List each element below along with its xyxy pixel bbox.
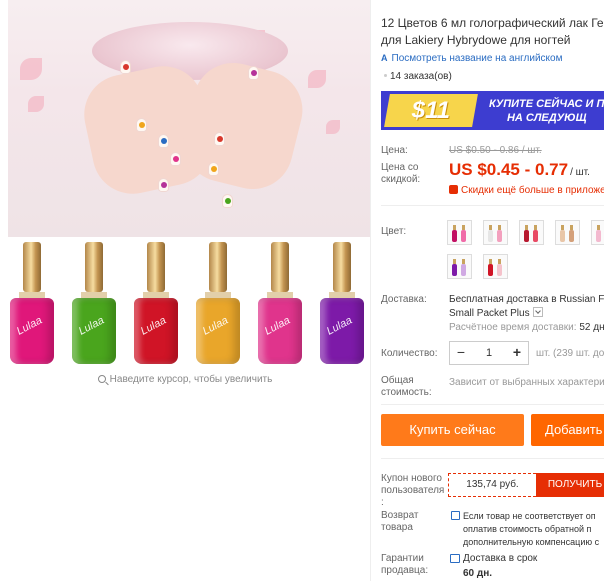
translate-label: Посмотреть название на английском [391,53,563,64]
quantity-decrease-button[interactable]: − [450,342,472,364]
bottle-2: Lulaa [72,242,116,364]
magnifier-icon [97,375,106,383]
bottle-brand: Lulaa [138,314,169,338]
promo-slogan-line1: КУПИТЕ СЕЙЧАС И П [489,98,604,110]
returns-line2: оплатив стоимость обратной п [463,524,592,534]
returns-label: Возврат товара [381,510,419,533]
shipping-option-text: Small Packet Plus [449,308,530,319]
product-title-line2: для Lakiery Hybrydowe для ногтей [381,33,571,47]
returns-text: Если товар не соответствует оп оплатив с… [463,510,599,549]
price-unit: / шт. [570,167,590,178]
orders-text: 14 заказа(ов) [390,71,452,82]
delivery-eta: Расчётное время доставки: 52 дн [449,322,604,333]
color-label: Цвет: [381,226,407,237]
guarantee-days: 60 дн. [463,568,493,579]
nail-polish-bottles: Lulaa Lulaa Lulaa Lulaa Lulaa Lulaa [0,240,370,370]
bottle-brand: Lulaa [200,314,231,338]
zoom-hint-text: Наведите курсор, чтобы увеличить [109,374,273,385]
divider [381,404,604,405]
delivery-eta-value: 52 дн [579,322,604,333]
sale-price-label: Цена со скидкой: [381,162,421,185]
stock-available: шт. (239 шт. досту [536,348,604,359]
main-product-image[interactable] [8,0,370,237]
color-swatch[interactable] [483,220,508,245]
returns-line3: дополнительную компенсацию с [463,537,600,547]
app-discount-text: Скидки ещё больше в приложе [461,185,604,196]
clock-icon [450,554,460,563]
shield-icon [451,511,460,520]
translate-link[interactable]: A Посмотреть название на английском [381,53,562,64]
bottle-1: Lulaa [10,242,54,364]
get-coupon-button[interactable]: ПОЛУЧИТЬ [536,473,604,497]
bottle-brand: Lulaa [262,314,293,338]
color-swatch[interactable] [555,220,580,245]
bottle-brand: Lulaa [324,314,355,338]
zoom-hint: Наведите курсор, чтобы увеличить [0,374,370,385]
shipping-method: Бесплатная доставка в Russian F [449,294,604,305]
guarantee-label: Гарантии продавца: [381,553,429,576]
panel-divider [370,0,371,581]
guarantee-text: Доставка в срок [463,553,538,564]
divider [381,458,604,459]
product-gallery: Lulaa Lulaa Lulaa Lulaa Lulaa Lulaa Наве… [0,0,370,400]
shipping-option[interactable]: Small Packet Plus [449,307,543,319]
orders-count: 14 заказа(ов) [384,71,452,82]
sale-price-value: US $0.45 - 0.77 [449,160,569,179]
old-price: US $0.50 - 0.86 / шт. [449,145,542,156]
product-details: 12 Цветов 6 мл голографический лак Ге дл… [381,0,604,581]
bottle-6: Lulaa [320,242,364,364]
bottle-body-2: Lulaa [72,298,116,364]
bottle-brand: Lulaa [14,314,45,338]
delivery-eta-label: Расчётное время доставки: [449,322,577,333]
promo-banner[interactable]: $11 КУПИТЕ СЕЙЧАС И П НА СЛЕДУЮЩ [381,91,604,130]
bottle-body-4: Lulaa [196,298,240,364]
total-note: Зависит от выбранных характери [449,377,604,388]
total-label: Общая стоимость: [381,375,432,398]
bullet-icon [384,74,387,77]
bottle-5: Lulaa [258,242,302,364]
product-title-line1: 12 Цветов 6 мл голографический лак Ге [381,16,604,30]
sale-price: US $0.45 - 0.77/ шт. [449,160,590,180]
bottle-body-5: Lulaa [258,298,302,364]
bottle-3: Lulaa [134,242,178,364]
promo-slogan-line2: НА СЛЕДУЮЩ [506,112,587,124]
promo-slogan: КУПИТЕ СЕЙЧАС И П НА СЛЕДУЮЩ [489,97,604,125]
phone-icon [449,185,458,194]
coupon-label: Купон нового пользователя : [381,473,445,508]
color-swatch[interactable] [447,254,472,279]
add-to-cart-button[interactable]: Добавить [531,414,604,446]
bottle-4: Lulaa [196,242,240,364]
quantity-stepper: − 1 + [449,341,529,365]
returns-line1: Если товар не соответствует оп [463,511,596,521]
quantity-input[interactable]: 1 [472,342,506,364]
quantity-label: Количество: [381,348,438,359]
quantity-increase-button[interactable]: + [506,342,528,364]
bottle-body-3: Lulaa [134,298,178,364]
app-discount-link[interactable]: Скидки ещё больше в приложе [449,185,604,196]
divider [381,205,604,206]
color-swatch[interactable] [483,254,508,279]
ai-translate-icon: A [381,53,388,63]
promo-badge: $11 [384,94,478,127]
promo-badge-text: $11 [411,97,451,124]
color-swatch[interactable] [519,220,544,245]
color-swatch[interactable] [591,220,604,245]
bottle-brand: Lulaa [76,314,107,338]
chevron-down-icon[interactable] [532,307,543,317]
buy-now-button[interactable]: Купить сейчас [381,414,524,446]
color-swatch[interactable] [447,220,472,245]
coupon-amount: 135,74 руб. [448,473,536,497]
product-title: 12 Цветов 6 мл голографический лак Ге дл… [381,15,604,49]
price-label: Цена: [381,145,408,156]
bottle-body-1: Lulaa [10,298,54,364]
bottle-body-6: Lulaa [320,298,364,364]
shipping-label: Доставка: [381,294,427,305]
